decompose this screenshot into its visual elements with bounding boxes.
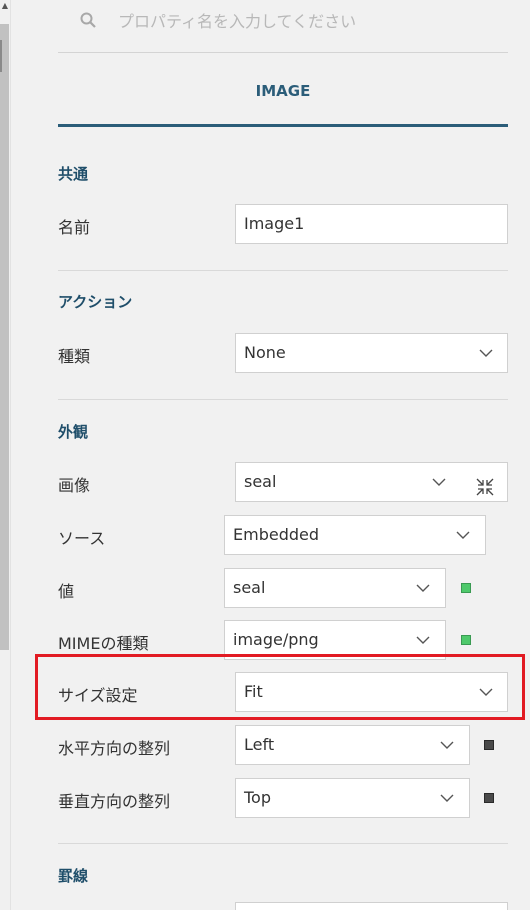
status-indicator-gray[interactable] bbox=[484, 740, 494, 750]
image-label: 画像 bbox=[58, 476, 91, 495]
source-select[interactable]: Embedded bbox=[224, 515, 486, 555]
horizontal-align-label: 水平方向の整列 bbox=[58, 739, 171, 758]
chevron-down-icon[interactable] bbox=[431, 474, 447, 490]
action-type-select[interactable]: None bbox=[235, 333, 508, 373]
vertical-align-value: Top bbox=[244, 788, 271, 807]
chevron-down-icon bbox=[415, 580, 431, 596]
image-value: seal bbox=[244, 472, 277, 491]
section-divider bbox=[58, 270, 508, 271]
action-type-value: None bbox=[244, 343, 286, 362]
highlight-box bbox=[35, 654, 525, 720]
source-label: ソース bbox=[58, 529, 106, 548]
value-select[interactable]: seal bbox=[224, 568, 446, 608]
value-label: 値 bbox=[58, 582, 75, 601]
property-search-input[interactable] bbox=[118, 8, 498, 34]
name-field-value: Image1 bbox=[244, 214, 305, 233]
scrollbar-thumb[interactable] bbox=[0, 24, 9, 650]
mime-value: image/png bbox=[233, 630, 319, 649]
status-indicator-green[interactable] bbox=[461, 583, 471, 593]
section-divider bbox=[58, 399, 508, 400]
source-value: Embedded bbox=[233, 525, 320, 544]
chevron-down-icon bbox=[439, 790, 455, 806]
status-indicator-gray[interactable] bbox=[484, 793, 494, 803]
section-title-border[interactable]: 罫線 bbox=[58, 865, 88, 886]
mime-label: MIMEの種類 bbox=[58, 634, 149, 653]
chevron-down-icon bbox=[415, 632, 431, 648]
image-select[interactable]: seal bbox=[235, 462, 508, 502]
tab-underline bbox=[58, 124, 508, 127]
border-field-partial[interactable] bbox=[235, 902, 508, 910]
scrollbar-marker bbox=[0, 40, 2, 72]
chevron-down-icon bbox=[439, 737, 455, 753]
chevron-down-icon bbox=[478, 345, 494, 361]
status-indicator-green[interactable] bbox=[461, 635, 471, 645]
vertical-scrollbar[interactable]: ▲ bbox=[0, 0, 11, 910]
property-search bbox=[58, 0, 508, 53]
section-title-common[interactable]: 共通 bbox=[58, 163, 88, 184]
tab-image[interactable]: IMAGE bbox=[58, 82, 508, 100]
horizontal-align-select[interactable]: Left bbox=[235, 725, 470, 765]
value-value: seal bbox=[233, 578, 266, 597]
action-type-label: 種類 bbox=[58, 347, 91, 366]
section-divider bbox=[58, 843, 508, 844]
name-label: 名前 bbox=[58, 218, 91, 237]
horizontal-align-value: Left bbox=[244, 735, 275, 754]
section-title-appearance[interactable]: 外観 bbox=[58, 421, 88, 442]
vertical-align-label: 垂直方向の整列 bbox=[58, 792, 171, 811]
shrink-icon[interactable] bbox=[475, 473, 495, 496]
chevron-down-icon bbox=[455, 527, 471, 543]
search-icon bbox=[80, 12, 96, 28]
vertical-align-select[interactable]: Top bbox=[235, 778, 470, 818]
section-title-action[interactable]: アクション bbox=[58, 291, 132, 312]
name-field[interactable]: Image1 bbox=[235, 204, 508, 244]
scroll-up-arrow-icon[interactable]: ▲ bbox=[0, 0, 10, 12]
